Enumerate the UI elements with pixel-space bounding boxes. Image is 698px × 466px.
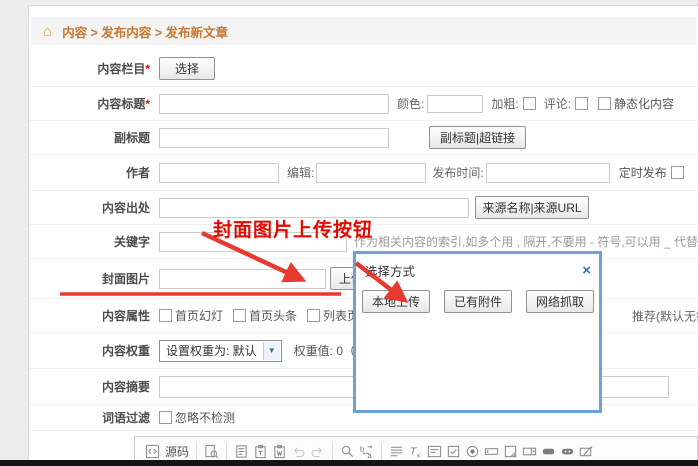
svg-text:x: x [417,453,421,459]
hidden-field-icon[interactable] [578,443,595,460]
color-label: 颜色: [397,95,424,112]
attr-label: 首页幻灯 [175,307,223,324]
filter-option-label: 忽略不检测 [175,409,235,426]
keywords-hint: 作为相关内容的索引,如多个用 , 隔开,不要用 - 符号,可以用 _ 代替 [354,233,698,250]
source-label: 内容出处 [29,199,159,216]
svg-text:T: T [410,446,417,457]
title-color-input[interactable] [427,95,483,113]
row-author: 作者 编辑: 发布时间: 定时发布 [29,154,698,190]
checkbox-icon[interactable] [445,443,462,460]
weight-select[interactable]: 设置权重为: 默认▼ [159,340,282,362]
bold-label: 加粗: [491,95,518,112]
keywords-label: 关键字 [29,233,159,250]
subtitle-input[interactable] [159,128,389,148]
required-asterisk: * [145,97,150,111]
toolbar-separator [196,443,197,461]
text-field-icon[interactable] [483,443,500,460]
preview-icon[interactable] [203,443,220,460]
required-asterisk: * [145,62,150,76]
dialog-title: 选择方式 [365,261,415,280]
bold-checkbox[interactable] [523,97,536,110]
attr-home-slide-checkbox[interactable] [159,309,172,322]
author-label: 作者 [29,164,159,181]
attributes-label: 内容属性 [29,307,159,324]
static-checkbox[interactable] [598,97,611,110]
comment-checkbox[interactable] [575,97,588,110]
editor-label: 编辑: [287,164,314,181]
annotation-text: 封面图片上传按钮 [213,215,373,242]
select-method-dialog: 选择方式 × 本地上传 已有附件 网络抓取 [353,251,602,413]
form-icon[interactable] [426,443,443,460]
title-input[interactable] [159,94,389,114]
chevron-down-icon: ▼ [263,342,280,360]
button-icon[interactable] [540,443,557,460]
static-label: 静态化内容 [614,95,674,112]
row-title: 内容标题* 颜色: 加粗: 评论: 静态化内容 [29,86,698,120]
find-icon[interactable] [339,443,356,460]
attr-label: 首页头条 [249,307,297,324]
breadcrumb-path[interactable]: 内容 > 发布内容 > 发布新文章 [62,22,228,41]
existing-attachment-button[interactable]: 已有附件 [444,290,512,313]
comment-label: 评论: [544,95,571,112]
timing-checkbox[interactable] [671,166,684,179]
pubtime-label: 发布时间: [432,164,483,181]
editor-input[interactable] [316,163,426,183]
svg-text:a: a [367,451,372,459]
cover-input[interactable] [159,269,326,289]
attr-home-headline-checkbox[interactable] [233,309,246,322]
author-input[interactable] [159,163,279,183]
summary-label: 内容摘要 [29,378,159,395]
row-subtitle: 副标题 副标题|超链接 [29,120,698,154]
choose-category-button[interactable]: 选择 [159,57,215,80]
category-label: 内容栏目 [97,62,145,76]
source-code-button[interactable]: 源码 [143,443,189,460]
timing-label: 定时发布 [619,164,667,181]
pubtime-input[interactable] [486,163,610,183]
local-upload-button[interactable]: 本地上传 [362,290,430,313]
toolbar-separator [381,443,382,461]
title-label: 内容标题 [97,97,145,111]
image-button-icon[interactable] [559,443,576,460]
close-icon[interactable]: × [582,265,591,277]
source-url-button[interactable]: 来源名称|来源URL [475,196,589,219]
web-grab-button[interactable]: 网络抓取 [526,290,594,313]
undo-icon[interactable] [290,443,307,460]
toolbar-separator [226,443,227,461]
toolbar-separator [332,443,333,461]
source-code-icon [144,443,161,460]
textarea-icon[interactable] [502,443,519,460]
attr-right-partial-text: 推荐(默认无需设 [632,307,698,324]
replace-icon[interactable]: ba [358,443,375,460]
filter-label: 词语过滤 [29,409,159,426]
paste-text-icon[interactable] [252,443,269,460]
home-icon[interactable]: ⌂ [43,24,52,39]
select-field-icon[interactable] [521,443,538,460]
svg-text:b: b [360,445,364,454]
cover-label: 封面图片 [29,270,159,287]
subtitle-link-button[interactable]: 副标题|超链接 [429,126,526,149]
subtitle-label: 副标题 [29,129,159,146]
weight-label: 内容权重 [29,342,159,359]
attr-list-slide-checkbox[interactable] [307,309,320,322]
breadcrumb: ⌂ 内容 > 发布内容 > 发布新文章 [31,17,696,45]
paste-word-icon[interactable] [271,443,288,460]
redo-icon[interactable] [309,443,326,460]
select-all-icon[interactable] [388,443,405,460]
remove-format-icon[interactable]: Tx [407,443,424,460]
row-category: 内容栏目* 选择 [29,50,698,86]
new-page-icon[interactable] [233,443,250,460]
radio-icon[interactable] [464,443,481,460]
filter-ignore-checkbox[interactable] [159,411,172,424]
bottom-bar [0,460,698,466]
